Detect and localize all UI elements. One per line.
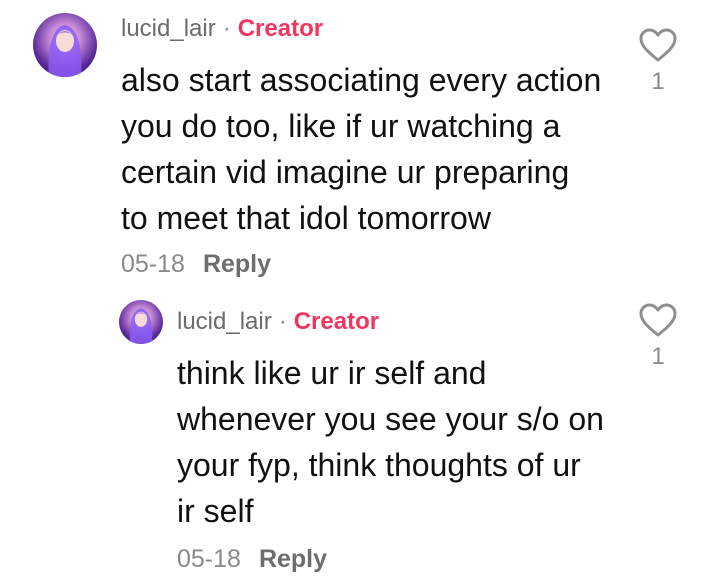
comment-line: also start associating every action [121,62,602,98]
creator-badge: Creator [237,15,324,42]
like-button[interactable]: 1 [628,27,688,96]
username[interactable]: lucid_lair [121,15,216,42]
comment-text: think like ur ir self and whenever you s… [177,350,604,534]
creator-badge: Creator [293,308,380,335]
separator-dot: · [278,308,287,335]
reply-button[interactable]: Reply [259,545,327,573]
comment-line: to meet that idol tomorrow [121,200,491,236]
comment-line: whenever you see your s/o on [177,401,604,437]
username[interactable]: lucid_lair [177,308,272,335]
avatar[interactable] [119,300,163,344]
like-count: 1 [651,343,665,370]
comment-author[interactable]: lucid_lair · Creator [121,15,323,43]
comment-date: 05-18 [121,250,185,278]
comment-line: certain vid imagine ur preparing [121,154,570,190]
comment-date: 05-18 [177,545,241,573]
like-button[interactable]: 1 [628,302,688,371]
separator-dot: · [222,15,231,42]
comment-line: your fyp, think thoughts of ur [177,447,581,483]
like-count: 1 [651,68,665,95]
comment-text: also start associating every action you … [121,57,601,241]
comment-line: you do too, like if ur watching a [121,108,561,144]
comment-line: think like ur ir self and [177,355,487,391]
reply-button[interactable]: Reply [203,250,271,278]
heart-outline-icon[interactable] [638,27,678,63]
comment-author[interactable]: lucid_lair · Creator [177,308,379,336]
comment-line: ir self [177,493,254,529]
avatar[interactable] [33,13,97,77]
comment-meta: 05-18 Reply [121,250,271,279]
comment-meta: 05-18 Reply [177,545,327,574]
heart-outline-icon[interactable] [638,302,678,338]
